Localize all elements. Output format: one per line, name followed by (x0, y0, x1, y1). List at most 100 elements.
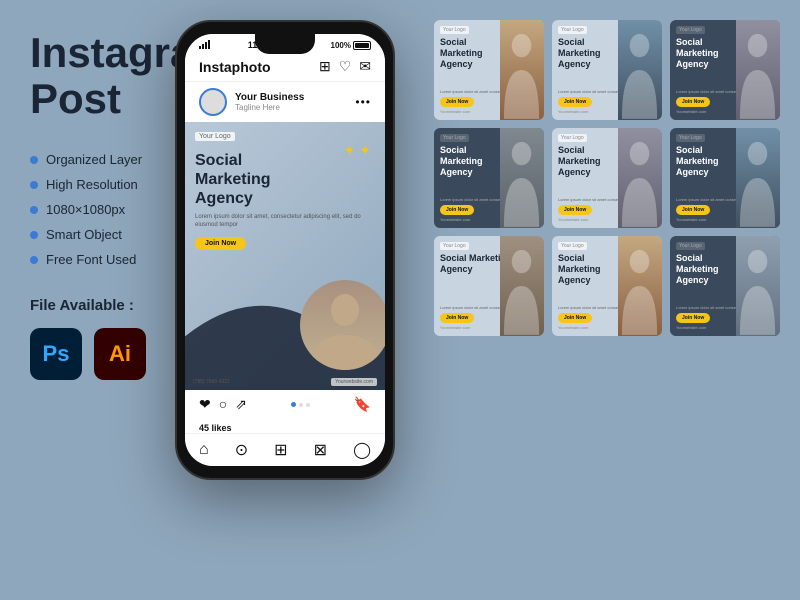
template-logo-label: Your Logo (676, 26, 705, 34)
template-cta-button[interactable]: Join Now (676, 97, 710, 107)
template-logo-label: Your Logo (676, 242, 705, 250)
template-cta-button[interactable]: Join Now (558, 97, 592, 107)
post-title: Social Marketing Agency (195, 151, 375, 209)
template-cta-button[interactable]: Join Now (440, 313, 474, 323)
template-photo (736, 20, 780, 120)
insta-action-icons: ⊞ ♡ ✉ (319, 58, 371, 75)
post-user-info: Your Business Tagline Here (199, 88, 304, 116)
carousel-indicators (291, 402, 310, 407)
template-logo-label: Your Logo (440, 26, 469, 34)
template-card-9: Your Logo ✦ SocialMarketingAgency Lorem … (670, 236, 780, 336)
heart-icon[interactable]: ♡ (339, 58, 352, 75)
template-photo (618, 128, 662, 228)
template-card-4: Your Logo ✦ SocialMarketingAgency Lorem … (434, 128, 544, 228)
template-cta-button[interactable]: Join Now (558, 205, 592, 215)
templates-grid: Your Logo ✦ SocialMarketingAgency Lorem … (434, 20, 780, 336)
template-cta-button[interactable]: Join Now (676, 205, 710, 215)
template-cta-button[interactable]: Join Now (440, 97, 474, 107)
template-cta-button[interactable]: Join Now (440, 205, 474, 215)
post-photo-circle (300, 280, 385, 370)
your-logo-label: Your Logo (195, 132, 235, 141)
post-card-inner: Your Logo ✦ ✦ Social Marketing Agency Lo… (185, 122, 385, 390)
photoshop-icon: Ps (30, 328, 82, 380)
insta-app-title: Instaphoto (199, 59, 271, 75)
plus-square-icon[interactable]: ⊞ (319, 58, 331, 75)
share-icon[interactable]: ⇗ (235, 396, 247, 413)
template-photo (500, 236, 544, 336)
bullet-icon (30, 181, 38, 189)
comment-icon[interactable]: ○ (219, 396, 227, 413)
post-bottom-info: (785) 7890-4321 Yourwebsite.com (193, 378, 377, 386)
add-nav-icon[interactable]: ⊞ (274, 440, 287, 460)
bullet-icon (30, 206, 38, 214)
likes-count: 45 likes (199, 423, 232, 433)
phone-mockup: 11: 11 a.m. 100% Instaphoto ⊞ ♡ ✉ (175, 20, 395, 480)
message-icon[interactable]: ✉ (359, 58, 371, 75)
illustrator-icon: Ai (94, 328, 146, 380)
tagline-label: Tagline Here (235, 103, 304, 112)
template-logo-label: Your Logo (558, 26, 587, 34)
template-person-photo (736, 128, 780, 228)
cta-button[interactable]: Join Now (195, 237, 246, 250)
action-icons-left: ❤ ○ ⇗ (199, 396, 247, 413)
template-cta-button[interactable]: Join Now (558, 313, 592, 323)
likes-row: 45 likes (185, 419, 385, 433)
post-header: Your Business Tagline Here ••• (185, 82, 385, 122)
template-logo-label: Your Logo (558, 134, 587, 142)
shop-nav-icon[interactable]: ⊠ (314, 440, 327, 460)
template-photo (500, 20, 544, 120)
template-person-photo (736, 236, 780, 336)
phone-number-label: (785) 7890-4321 (193, 379, 230, 385)
bullet-icon (30, 231, 38, 239)
template-cta-button[interactable]: Join Now (676, 313, 710, 323)
more-options-icon[interactable]: ••• (355, 95, 371, 109)
template-card-1: Your Logo ✦ SocialMarketingAgency Lorem … (434, 20, 544, 120)
template-person-photo (618, 20, 662, 120)
insta-header: Instaphoto ⊞ ♡ ✉ (185, 52, 385, 82)
template-person-photo (500, 236, 544, 336)
template-card-7: Your Logo ✦ Social MarketingAgency Lorem… (434, 236, 544, 336)
post-description: Lorem ipsum dolor sit amet, consectetur … (195, 213, 375, 230)
template-card-2: Your Logo ✦ SocialMarketingAgency Lorem … (552, 20, 662, 120)
template-photo (500, 128, 544, 228)
battery-icon: 100% (331, 41, 371, 50)
website-label: Yourwebsite.com (331, 378, 377, 386)
template-person-photo (618, 128, 662, 228)
template-photo (736, 236, 780, 336)
bullet-icon (30, 156, 38, 164)
template-card-8: Your Logo ✦ SocialMarketingAgency Lorem … (552, 236, 662, 336)
search-nav-icon[interactable]: ⊙ (235, 440, 248, 460)
template-logo-label: Your Logo (676, 134, 705, 142)
template-logo-label: Your Logo (440, 134, 469, 142)
avatar (199, 88, 227, 116)
template-person-photo (618, 236, 662, 336)
star-decorations: ✦ ✦ (344, 142, 371, 159)
profile-nav-icon[interactable]: ◯ (353, 440, 371, 460)
phone-screen: 11: 11 a.m. 100% Instaphoto ⊞ ♡ ✉ (185, 34, 385, 466)
dot-inactive (299, 403, 303, 407)
username-label: Your Business (235, 92, 304, 103)
bottom-nav: ⌂ ⊙ ⊞ ⊠ ◯ (185, 433, 385, 466)
template-card-6: Your Logo ✦ SocialMarketingAgency Lorem … (670, 128, 780, 228)
template-card-5: Your Logo ✦ SocialMarketingAgency Lorem … (552, 128, 662, 228)
dot-active (291, 402, 296, 407)
template-person-photo (500, 20, 544, 120)
template-person-photo (500, 128, 544, 228)
template-person-photo (736, 20, 780, 120)
person-photo (300, 280, 385, 370)
signal-icon (199, 41, 210, 49)
template-logo-label: Your Logo (558, 242, 587, 250)
template-photo (736, 128, 780, 228)
home-nav-icon[interactable]: ⌂ (199, 441, 209, 459)
heart-action-icon[interactable]: ❤ (199, 396, 211, 413)
post-actions: ❤ ○ ⇗ 🔖 (185, 390, 385, 419)
dot-inactive (306, 403, 310, 407)
template-photo (618, 236, 662, 336)
bookmark-icon[interactable]: 🔖 (354, 396, 371, 413)
post-card: Your Logo ✦ ✦ Social Marketing Agency Lo… (185, 122, 385, 390)
template-card-3: Your Logo ✦ SocialMarketingAgency Lorem … (670, 20, 780, 120)
bullet-icon (30, 256, 38, 264)
phone-body: 11: 11 a.m. 100% Instaphoto ⊞ ♡ ✉ (175, 20, 395, 480)
phone-notch (255, 34, 315, 54)
template-photo (618, 20, 662, 120)
